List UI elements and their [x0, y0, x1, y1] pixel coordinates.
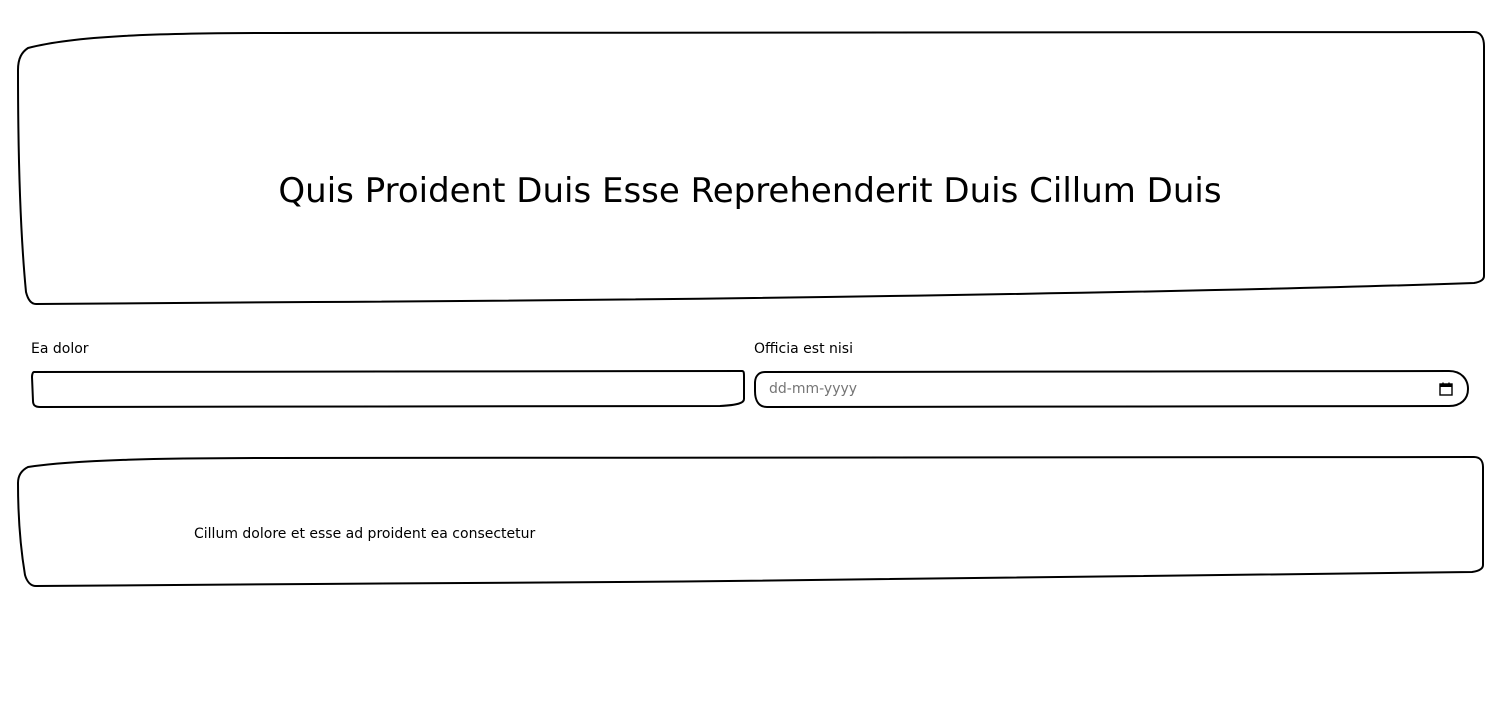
field-label-officia-est-nisi: Officia est nisi [754, 341, 853, 357]
officia-est-nisi-date-field[interactable] [753, 369, 1471, 409]
hero-banner: Quis Proident Duis Esse Reprehenderit Du… [14, 30, 1486, 306]
page: Quis Proident Duis Esse Reprehenderit Du… [0, 0, 1500, 720]
content-panel: Cillum dolore et esse ad proident ea con… [14, 455, 1486, 589]
hero-title: Quis Proident Duis Esse Reprehenderit Du… [278, 171, 1222, 211]
content-text: Cillum dolore et esse ad proident ea con… [194, 526, 536, 542]
hero-border [16, 30, 1485, 306]
calendar-icon[interactable] [1439, 382, 1453, 396]
ea-dolor-field[interactable] [30, 369, 746, 409]
date-input[interactable] [769, 379, 1429, 399]
content-panel-border [16, 455, 1484, 588]
ea-dolor-input[interactable] [42, 379, 732, 399]
field-label-ea-dolor: Ea dolor [31, 341, 89, 357]
